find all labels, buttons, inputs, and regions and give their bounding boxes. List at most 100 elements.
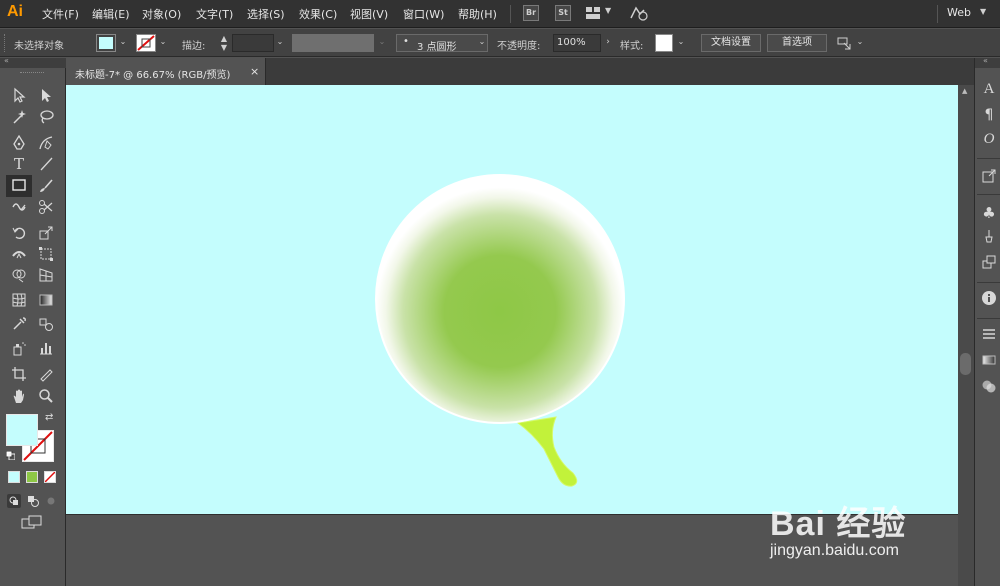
stroke-color-swatch[interactable]: [136, 34, 156, 52]
menu-object[interactable]: 对象(O): [142, 6, 181, 22]
stroke-weight-input[interactable]: [232, 34, 274, 52]
shape-builder-tool-icon[interactable]: [8, 265, 30, 285]
chevron-down-icon[interactable]: ▼: [605, 6, 611, 15]
direct-selection-tool-icon[interactable]: [35, 85, 57, 105]
perspective-grid-tool-icon[interactable]: [35, 265, 57, 285]
eyedropper-tool-icon[interactable]: [8, 314, 30, 334]
fill-color-box[interactable]: [6, 414, 38, 446]
zoom-tool-icon[interactable]: [35, 386, 57, 406]
pen-tool-icon[interactable]: [8, 133, 30, 153]
canvas[interactable]: Bai 经验 jingyan.baidu.com: [66, 85, 958, 586]
graphic-style-swatch[interactable]: [655, 34, 673, 52]
chevron-down-icon[interactable]: ⌄: [274, 35, 286, 49]
collapse-icon[interactable]: «: [4, 56, 9, 65]
paragraph-panel-icon[interactable]: ¶: [980, 106, 998, 124]
menu-help[interactable]: 帮助(H): [458, 6, 497, 22]
stroke-weight-stepper[interactable]: ▲ ▼: [218, 34, 230, 52]
free-transform-tool-icon[interactable]: [35, 244, 57, 264]
column-graph-tool-icon[interactable]: [35, 338, 57, 358]
workspace-switcher[interactable]: Web: [947, 6, 971, 19]
slice-tool-icon[interactable]: [35, 364, 57, 384]
menu-select[interactable]: 选择(S): [247, 6, 285, 22]
align-to-icon[interactable]: [836, 35, 852, 51]
balloon: [375, 174, 625, 424]
bridge-button[interactable]: Br: [523, 5, 539, 21]
menu-window[interactable]: 窗口(W): [403, 6, 444, 22]
scrollbar-thumb[interactable]: [960, 353, 971, 375]
close-icon[interactable]: ×: [250, 65, 259, 78]
character-panel-icon[interactable]: A: [980, 80, 998, 98]
menu-edit[interactable]: 编辑(E): [92, 6, 130, 22]
vertical-scrollbar[interactable]: ▲: [958, 85, 974, 586]
type-tool-icon[interactable]: T: [8, 154, 30, 174]
document-tab[interactable]: 未标题-7* @ 66.67% (RGB/预览) ×: [66, 58, 266, 85]
arrange-documents-icon[interactable]: [585, 6, 601, 20]
selection-tool-icon[interactable]: [8, 85, 30, 105]
opacity-label[interactable]: 不透明度:: [497, 37, 540, 52]
width-tool-icon[interactable]: [8, 244, 30, 264]
chevron-right-icon[interactable]: ›: [602, 35, 614, 49]
gradient-panel-icon[interactable]: [980, 352, 998, 370]
opentype-panel-icon[interactable]: O: [980, 130, 998, 148]
fill-color-swatch[interactable]: [96, 34, 116, 52]
stroke-panel-icon[interactable]: [980, 326, 998, 344]
mesh-tool-icon[interactable]: [8, 290, 30, 310]
rectangle-tool-icon[interactable]: [6, 175, 32, 197]
rotate-tool-icon[interactable]: [8, 223, 30, 243]
chevron-down-icon[interactable]: ⌄: [157, 35, 169, 49]
draw-behind-icon[interactable]: [26, 494, 40, 508]
swap-fill-stroke-icon[interactable]: ⇄: [45, 412, 53, 423]
expand-icon[interactable]: «: [983, 56, 988, 65]
symbol-sprayer-tool-icon[interactable]: [8, 338, 30, 358]
menu-file[interactable]: 文件(F): [42, 6, 79, 22]
draw-inside-icon[interactable]: [44, 494, 58, 508]
stock-button[interactable]: St: [555, 5, 571, 21]
paintbrush-tool-icon[interactable]: [35, 176, 57, 196]
menu-type[interactable]: 文字(T): [196, 6, 233, 22]
gradient-tool-icon[interactable]: [35, 290, 57, 310]
info-panel-icon[interactable]: [980, 290, 998, 308]
grip-icon[interactable]: [4, 34, 8, 52]
export-icon[interactable]: [980, 168, 998, 186]
menu-view[interactable]: 视图(V): [350, 6, 388, 22]
chevron-down-icon[interactable]: ⌄: [854, 35, 866, 49]
chevron-down-icon[interactable]: ⌄: [476, 35, 488, 49]
gpu-performance-icon[interactable]: [628, 4, 650, 22]
opacity-input[interactable]: 100%: [553, 34, 601, 52]
symbols-panel-icon[interactable]: ♣: [980, 204, 998, 222]
panel-separator: [977, 318, 1000, 319]
menu-effect[interactable]: 效果(C): [299, 6, 337, 22]
transparency-panel-icon[interactable]: [980, 378, 998, 396]
variable-width-profile[interactable]: [292, 34, 374, 52]
chevron-down-icon[interactable]: ⌄: [376, 35, 388, 49]
lasso-tool-icon[interactable]: [35, 107, 57, 127]
line-segment-tool-icon[interactable]: [35, 154, 57, 174]
brush-definition-dropdown[interactable]: • 3 点圆形: [396, 34, 488, 53]
artboard[interactable]: [66, 85, 958, 515]
chevron-down-icon[interactable]: ⌄: [675, 35, 687, 49]
chevron-down-icon[interactable]: ▼: [980, 7, 986, 16]
none-mode-icon[interactable]: [44, 471, 56, 483]
artboard-tool-icon[interactable]: [8, 364, 30, 384]
document-setup-button[interactable]: 文档设置: [701, 34, 761, 52]
chevron-down-icon[interactable]: ⌄: [117, 35, 129, 49]
panel-dock: « A ¶ O ♣: [974, 56, 1000, 586]
scale-tool-icon[interactable]: [35, 223, 57, 243]
brushes-panel-icon[interactable]: [980, 228, 998, 246]
grip-icon[interactable]: [20, 72, 44, 74]
shaper-tool-icon[interactable]: [8, 197, 30, 217]
curvature-tool-icon[interactable]: [35, 133, 57, 153]
hand-tool-icon[interactable]: [8, 386, 30, 406]
scissors-tool-icon[interactable]: [35, 197, 57, 217]
scroll-up-icon[interactable]: ▲: [962, 87, 967, 95]
preferences-button[interactable]: 首选项: [767, 34, 827, 52]
blend-tool-icon[interactable]: [35, 314, 57, 334]
default-fill-stroke-icon[interactable]: [5, 450, 16, 461]
artwork[interactable]: [66, 85, 958, 515]
screen-mode-icon[interactable]: [21, 514, 43, 530]
draw-normal-icon[interactable]: [7, 494, 21, 508]
gradient-mode-icon[interactable]: [26, 471, 38, 483]
graphic-styles-panel-icon[interactable]: [980, 254, 998, 272]
magic-wand-tool-icon[interactable]: [8, 107, 30, 127]
color-mode-icon[interactable]: [8, 471, 20, 483]
